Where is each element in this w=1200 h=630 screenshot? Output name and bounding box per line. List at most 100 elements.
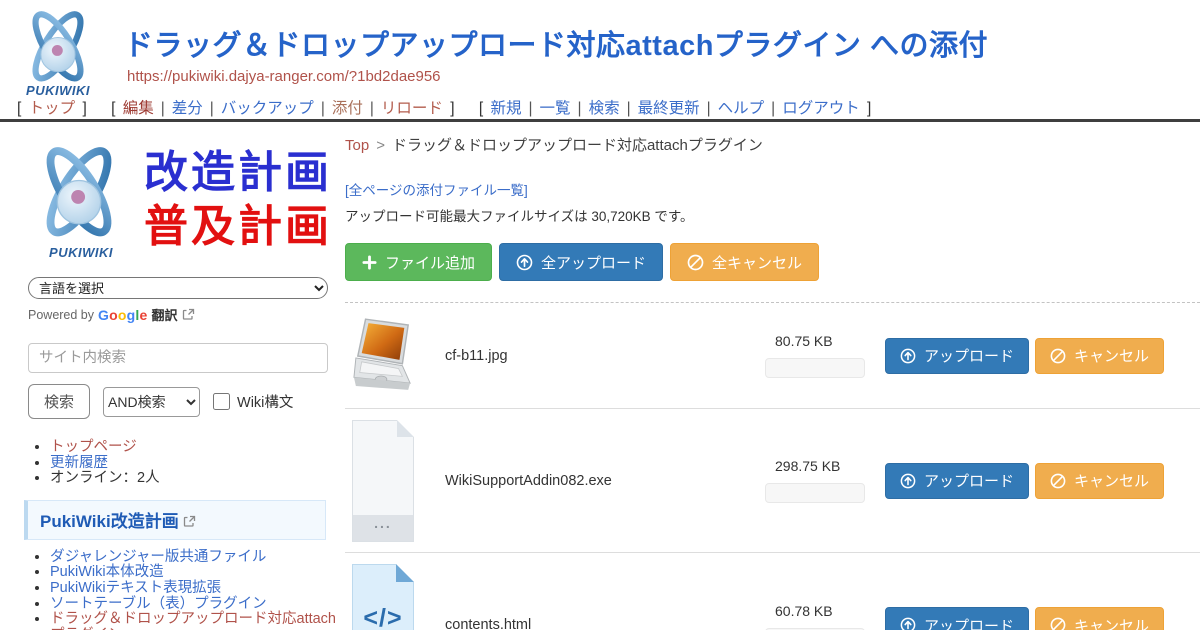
nav-link-diff[interactable]: 差分 [172,100,203,117]
cancel-button[interactable]: キャンセル [1035,607,1164,630]
sidebar-link-dragdrop-attach[interactable]: ドラッグ＆ドロップアップロード対応attachプラグイン [50,611,336,630]
nav-link-top[interactable]: トップ [29,100,76,117]
file-size: 60.78 KB [775,603,885,619]
nav-link-help[interactable]: ヘルプ [718,100,765,117]
folded-corner [397,420,414,437]
upload-button[interactable]: アップロード [885,607,1029,630]
cancel-circle-icon [1050,617,1066,630]
file-thumbnail-cell: ... [345,420,445,542]
search-mode-select[interactable]: AND検索 [103,387,200,417]
sidebar: PUKIWIKI 改造計画 普及計画 言語を選択 Powered by Goog… [0,125,345,630]
page-url: https://pukiwiki.dajya-ranger.com/?1bd2d… [127,68,441,85]
wiki-syntax-checkbox[interactable] [213,393,230,410]
upload-circle-icon [900,617,916,630]
sidebar-link-dajya-files[interactable]: ダジャレンジャー版共通ファイル [50,549,266,565]
nav-link-backup[interactable]: バックアップ [221,100,314,117]
folded-corner [396,564,414,582]
file-size-cell: 60.78 KB [765,603,885,630]
file-size: 298.75 KB [775,458,885,474]
upload-button[interactable]: アップロード [885,463,1029,499]
file-icon-dots: ... [353,515,413,541]
cancel-button[interactable]: キャンセル [1035,338,1164,374]
progress-bar [765,483,865,503]
nav-link-search[interactable]: 検索 [589,100,620,117]
table-row: ... WikiSupportAddin082.exe 298.75 KB アッ… [345,409,1200,553]
code-glyph: </> [363,604,402,630]
file-name: WikiSupportAddin082.exe [445,473,765,489]
separator: | [578,100,582,117]
laptop-image-thumbnail [352,313,414,399]
sidebar-link-sorttable[interactable]: ソートテーブル（表）プラグイン [50,596,267,612]
nav-link-attach[interactable]: 添付 [332,100,363,117]
list-item: ドラッグ＆ドロップアップロード対応attachプラグイン [50,612,345,630]
attach-list-link[interactable]: [全ページの添付ファイル一覧] [345,179,528,199]
file-size-cell: 298.75 KB [765,458,885,503]
nav-link-new[interactable]: 新規 [490,100,521,117]
file-thumbnail-cell [345,313,445,399]
upload-circle-icon [516,254,533,271]
list-item: PukiWikiテキスト表現拡張 [50,581,345,597]
top-navigation: [ トップ ] [ 編集 | 差分 | バックアップ | 添付 | リロード ] [ 新規 | 一覧… [14,96,888,118]
file-name: cf-b11.jpg [445,348,765,364]
nav-link-recent[interactable]: 最終更新 [638,100,700,117]
nav-group-site: [ 新規|一覧|検索|最終更新|ヘルプ|ログアウト ] [476,100,875,117]
bracket: ] [450,100,454,117]
upload-file-list: cf-b11.jpg 80.75 KB アップロード キャンセル [345,302,1200,630]
upload-all-button[interactable]: 全アップロード [499,243,663,281]
bracket: ] [867,100,871,117]
file-size-cell: 80.75 KB [765,333,885,378]
plus-icon [362,255,377,270]
sidebar-link-history[interactable]: 更新履歴 [50,455,108,471]
nav-link-list[interactable]: 一覧 [540,100,571,117]
nav-group-page: [ 編集|差分|バックアップ|添付|リロード ] [108,100,457,117]
bracket: ] [82,100,86,117]
external-link-icon [182,308,195,321]
search-input[interactable] [28,343,328,373]
table-row: </> contents.html 60.78 KB アップロード キャンセル [345,553,1200,630]
brand-label: PUKIWIKI [49,245,113,260]
breadcrumb-home-link[interactable]: Top [345,137,369,154]
row-actions: アップロード キャンセル [885,338,1164,374]
external-link-icon [183,515,196,528]
cancel-all-button[interactable]: 全キャンセル [670,243,819,281]
separator: | [161,100,165,117]
list-item: PukiWiki本体改造 [50,565,345,581]
atom-icon [8,4,108,86]
upload-circle-icon [900,348,916,364]
separator: | [370,100,374,117]
powered-by-text: Powered by [28,308,94,322]
html-file-icon: </> [352,564,414,630]
cancel-button[interactable]: キャンセル [1035,463,1164,499]
sidebar-logo[interactable]: PUKIWIKI 改造計画 普及計画 [20,137,345,263]
nav-link-reload[interactable]: リロード [381,100,443,117]
row-actions: アップロード キャンセル [885,607,1164,630]
add-file-button[interactable]: ファイル追加 [345,243,492,281]
upload-button[interactable]: アップロード [885,338,1029,374]
nav-link-logout[interactable]: ログアウト [782,100,860,117]
bracket: [ [111,100,115,117]
pukiwiki-page: PUKIWIKI ドラッグ＆ドロップアップロード対応attachプラグイン への… [0,0,1200,630]
file-size: 80.75 KB [775,333,885,349]
language-select[interactable]: 言語を選択 [28,277,328,299]
sidebar-online-count: オンライン：2人 [50,471,345,487]
bracket: [ [479,100,483,117]
sidebar-heading-link[interactable]: PukiWiki改造計画 [40,512,179,531]
sidebar-section-heading: PukiWiki改造計画 [24,500,326,540]
separator: | [210,100,214,117]
nav-group-top: [ トップ ] [14,100,90,117]
pukiwiki-logo[interactable]: PUKIWIKI [8,4,108,100]
separator: | [771,100,775,117]
nav-link-edit[interactable]: 編集 [123,100,154,117]
list-item: ソートテーブル（表）プラグイン [50,597,345,613]
bracket: [ [17,100,21,117]
search-button[interactable]: 検索 [28,384,90,419]
atom-icon [20,138,138,242]
sidebar-link-toppage[interactable]: トップページ [50,439,137,455]
sidebar-link-pukiwiki-core[interactable]: PukiWiki本体改造 [50,564,164,580]
sidebar-link-text-ext[interactable]: PukiWikiテキスト表現拡張 [50,580,221,596]
breadcrumb-separator: > [376,137,385,154]
logo-line-fukyuu: 普及計画 [144,200,332,254]
translate-link[interactable]: 翻訳 [152,305,178,324]
powered-by-google: Powered by Google 翻訳 [28,305,345,324]
sidebar-quick-links: トップページ 更新履歴 オンライン：2人 [28,440,345,487]
